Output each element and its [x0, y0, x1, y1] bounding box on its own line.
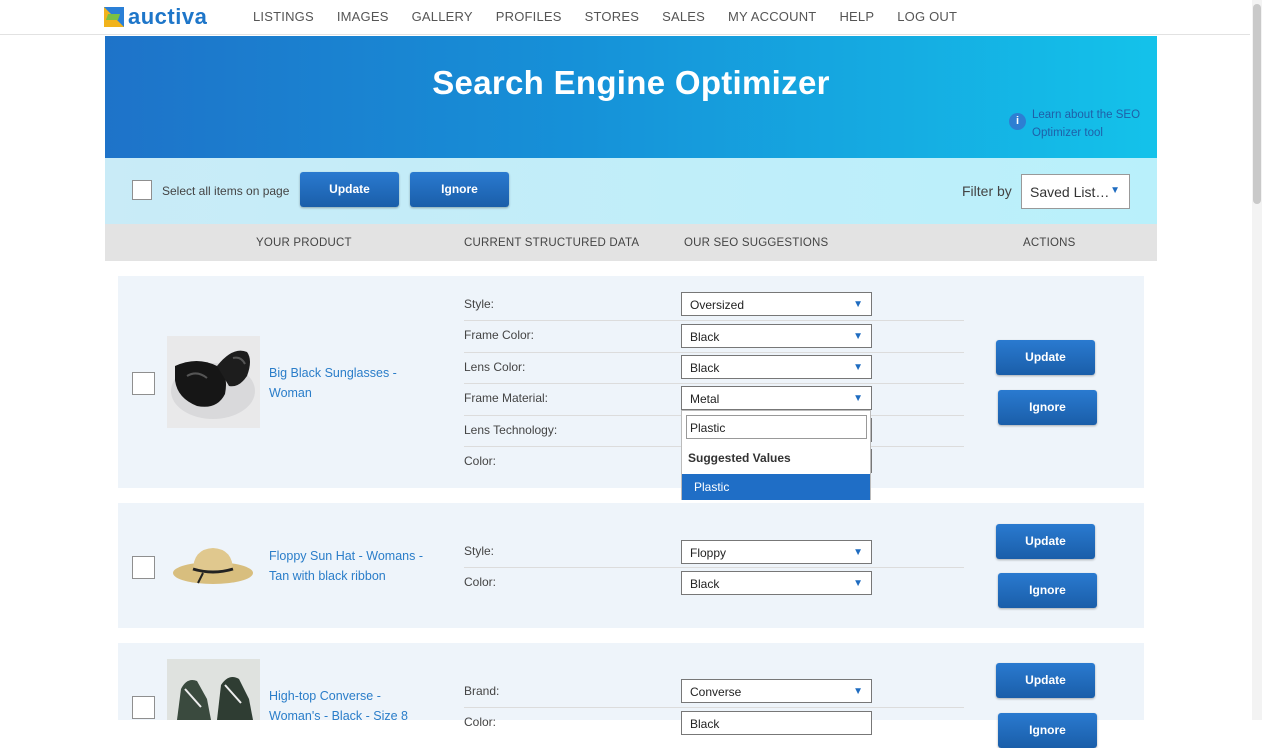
nav-link-images[interactable]: IMAGES [337, 9, 389, 24]
field-label: Lens Technology: [464, 423, 558, 437]
column-header-actions: ACTIONS [1023, 237, 1076, 249]
product-ignore-button[interactable]: Ignore [998, 713, 1097, 748]
sun-hat-thumbnail[interactable] [168, 531, 258, 601]
page-scrollbar[interactable] [1252, 0, 1262, 720]
scrollbar-thumb[interactable] [1253, 4, 1261, 204]
suggestion-option[interactable]: Plastic [682, 474, 870, 500]
nav-link-listings[interactable]: LISTINGS [253, 9, 314, 24]
product-card: Big Black Sunglasses - Woman Style: Over… [118, 276, 1144, 488]
learn-more-link[interactable]: i Learn about the SEO Optimizer tool [1009, 106, 1152, 142]
nav-link-log-out[interactable]: LOG OUT [897, 9, 957, 24]
product-ignore-button[interactable]: Ignore [998, 390, 1097, 425]
nav-link-help[interactable]: HELP [839, 9, 874, 24]
product-update-button[interactable]: Update [996, 340, 1095, 375]
product-title-link[interactable]: High-top Converse - Woman's - Black - Si… [269, 686, 419, 726]
product-checkbox[interactable] [132, 696, 155, 719]
field-select[interactable]: Black ▼ [681, 324, 872, 348]
field-value: Floppy [690, 546, 727, 560]
row-divider [464, 707, 964, 708]
chevron-down-icon: ▼ [853, 299, 863, 310]
chevron-down-icon: ▼ [853, 686, 863, 697]
field-value: Black [690, 577, 720, 591]
field-select[interactable]: Black ▼ [681, 571, 872, 595]
field-label: Frame Material: [464, 391, 549, 405]
product-card: High-top Converse - Woman's - Black - Si… [118, 643, 1144, 748]
column-header-product: YOUR PRODUCT [256, 237, 352, 249]
field-select[interactable]: Floppy ▼ [681, 540, 872, 564]
chevron-down-icon: ▼ [853, 362, 863, 373]
field-select[interactable]: Oversized ▼ [681, 292, 872, 316]
field-label: Style: [464, 297, 495, 311]
field-value: Black [690, 361, 720, 375]
field-value: Oversized [690, 298, 745, 312]
field-value: Converse [690, 685, 742, 699]
product-ignore-button[interactable]: Ignore [998, 573, 1097, 608]
field-label: Style: [464, 544, 495, 558]
logo-text: auctiva [128, 4, 208, 29]
logo-mark-icon [104, 7, 124, 27]
nav-link-my-account[interactable]: MY ACCOUNT [728, 9, 816, 24]
nav-link-gallery[interactable]: GALLERY [412, 9, 473, 24]
auctiva-logo[interactable]: auctiva [104, 4, 208, 29]
row-divider [464, 320, 964, 321]
converse-thumbnail[interactable] [167, 659, 260, 720]
field-label: Frame Color: [464, 328, 535, 342]
product-checkbox[interactable] [132, 372, 155, 395]
nav-link-stores[interactable]: STORES [585, 9, 639, 24]
field-label: Color: [464, 715, 497, 729]
chevron-down-icon: ▼ [853, 331, 863, 342]
row-divider [464, 383, 964, 384]
suggested-values-header: Suggested Values [688, 451, 791, 465]
suggestion-input-value: Plastic [690, 421, 726, 435]
field-select[interactable]: Converse ▼ [681, 679, 872, 703]
field-label: Color: [464, 575, 497, 589]
chevron-down-icon: ▼ [1110, 185, 1120, 196]
filter-value: Saved List… [1030, 184, 1110, 200]
column-header-current: CURRENT STRUCTURED DATA [464, 237, 640, 249]
field-value: Black [690, 717, 720, 731]
field-value: Metal [690, 392, 720, 406]
field-value: Black [690, 330, 720, 344]
nav-link-sales[interactable]: SALES [662, 9, 705, 24]
learn-more-text[interactable]: Learn about the SEO Optimizer tool [1032, 106, 1152, 142]
field-select[interactable]: Black ▼ [681, 355, 872, 379]
product-update-button[interactable]: Update [996, 663, 1095, 698]
bulk-update-button[interactable]: Update [300, 172, 399, 207]
product-update-button[interactable]: Update [996, 524, 1095, 559]
nav-link-profiles[interactable]: PROFILES [496, 9, 562, 24]
column-header-suggestions: OUR SEO SUGGESTIONS [684, 237, 829, 249]
info-icon: i [1009, 113, 1026, 130]
chevron-down-icon: ▼ [853, 547, 863, 558]
field-label: Lens Color: [464, 360, 526, 374]
chevron-down-icon: ▼ [853, 393, 863, 404]
product-checkbox[interactable] [132, 556, 155, 579]
bulk-ignore-button[interactable]: Ignore [410, 172, 509, 207]
chevron-down-icon: ▼ [853, 578, 863, 589]
suggestion-search-input[interactable]: Plastic [686, 415, 867, 439]
filter-select[interactable]: Saved List… ▼ [1021, 174, 1130, 209]
column-headers: YOUR PRODUCT CURRENT STRUCTURED DATA OUR… [105, 224, 1157, 261]
sunglasses-thumbnail[interactable] [167, 336, 260, 428]
field-label: Color: [464, 454, 497, 468]
product-title-link[interactable]: Big Black Sunglasses - Woman [269, 363, 419, 403]
row-divider [464, 567, 964, 568]
field-select[interactable]: Metal ▼ [681, 386, 872, 410]
select-all-checkbox[interactable] [132, 180, 152, 200]
top-nav: auctiva LISTINGS IMAGES GALLERY PROFILES… [0, 0, 1250, 35]
product-title-link[interactable]: Floppy Sun Hat - Womans - Tan with black… [269, 546, 439, 586]
hero-banner: Search Engine Optimizer i Learn about th… [105, 36, 1157, 158]
field-label: Brand: [464, 684, 500, 698]
nav-links: LISTINGS IMAGES GALLERY PROFILES STORES … [253, 9, 980, 24]
page-title: Search Engine Optimizer [432, 64, 830, 101]
suggestion-dropdown: Plastic Suggested Values Plastic [681, 410, 871, 500]
filter-label: Filter by [962, 183, 1012, 199]
bulk-actions-toolbar: Select all items on page Update Ignore F… [105, 158, 1157, 224]
product-card: Floppy Sun Hat - Womans - Tan with black… [118, 503, 1144, 628]
select-all-label: Select all items on page [162, 184, 290, 198]
row-divider [464, 352, 964, 353]
field-select[interactable]: Black [681, 711, 872, 735]
